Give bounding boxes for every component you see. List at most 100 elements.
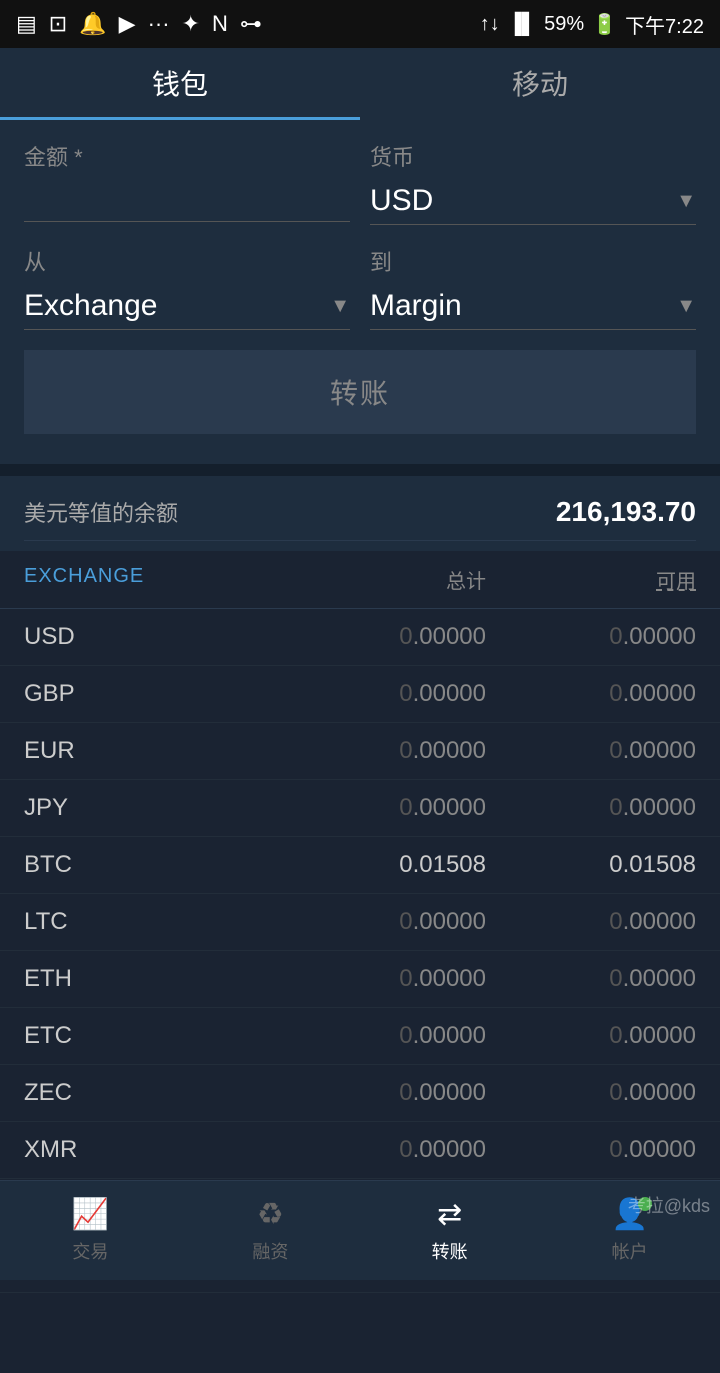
table-row: ZEC 0.00000 0.00000 [0,1065,720,1122]
amount-input[interactable] [24,178,350,222]
nfc-icon: N [212,11,228,37]
funding-label: 融资 [252,1238,288,1264]
cell-currency: ETH [24,965,276,993]
nav-trade[interactable]: 📈 交易 [72,1197,109,1264]
cell-available: 0.00000 [486,737,696,765]
transfer-form: 金额 * 货币 USD ▼ 从 Exchange ▼ 到 Margin ▼ [0,120,720,464]
table-row: BTC 0.01508 0.01508 [0,837,720,894]
currency-value: USD [370,184,433,218]
balance-value: 216,193.70 [556,496,696,528]
currency-select[interactable]: USD ▼ [370,178,696,225]
to-group: 到 Margin ▼ [370,245,696,330]
trade-label: 交易 [72,1238,108,1264]
table-row: JPY 0.00000 0.00000 [0,780,720,837]
amount-currency-row: 金额 * 货币 USD ▼ [24,140,696,225]
signal-icon: ▐▌ [508,13,536,36]
table-row: GBP 0.00000 0.00000 [0,666,720,723]
cell-total: 0.00000 [276,623,486,651]
currency-group: 货币 USD ▼ [370,140,696,225]
transfer-icon: ⇄ [437,1197,462,1232]
tab-wallet[interactable]: 钱包 [0,48,360,120]
cell-currency: BTC [24,851,276,879]
to-select[interactable]: Margin ▼ [370,283,696,330]
cell-currency: EUR [24,737,276,765]
cell-available: 0.01508 [486,851,696,879]
section-divider [0,464,720,476]
transfer-label: 转账 [432,1238,468,1264]
cell-total: 0.00000 [276,737,486,765]
amount-label: 金额 * [24,140,350,172]
col-currency-header: EXCHANGE [24,565,276,594]
table-row: USD 0.00000 0.00000 [0,609,720,666]
amount-group: 金额 * [24,140,350,225]
from-value: Exchange [24,289,157,323]
from-group: 从 Exchange ▼ [24,245,350,330]
to-value: Margin [370,289,462,323]
time-display: 下午7:22 [625,10,704,39]
from-dropdown-arrow: ▼ [330,295,350,318]
bell-icon: 🔔 [79,11,106,37]
cell-available: 0.00000 [486,794,696,822]
dots-icon: ··· [148,11,170,37]
table-row: ETC 0.00000 0.00000 [0,1008,720,1065]
battery-icon: 🔋 [592,12,617,37]
cell-available: 0.00000 [486,623,696,651]
balance-section: 美元等值的余额 216,193.70 [0,476,720,551]
lte-icon: ↑↓ [480,13,500,36]
cell-currency: LTC [24,908,276,936]
transfer-btn-wrap: 转账 [24,350,696,434]
key-icon: ⊶ [240,11,262,37]
cell-currency: XMR [24,1136,276,1164]
cell-total: 0.01508 [276,851,486,879]
table-header: EXCHANGE 总计 可用 [0,551,720,609]
funding-icon: ♻ [257,1197,284,1232]
balance-row: 美元等值的余额 216,193.70 [24,496,696,541]
trade-icon: 📈 [72,1197,109,1232]
cell-available: 0.00000 [486,1136,696,1164]
from-select[interactable]: Exchange ▼ [24,283,350,330]
cell-total: 0.00000 [276,1022,486,1050]
nav-transfer[interactable]: ⇄ 转账 [432,1197,468,1264]
cell-available: 0.00000 [486,680,696,708]
bluetooth-icon: ✦ [182,11,200,37]
transfer-button[interactable]: 转账 [24,350,696,434]
from-label: 从 [24,245,350,277]
notification-icon: ▤ [16,11,37,37]
cell-available: 0.00000 [486,1079,696,1107]
top-tab-bar: 钱包 移动 [0,48,720,120]
from-to-row: 从 Exchange ▼ 到 Margin ▼ [24,245,696,330]
cell-currency: GBP [24,680,276,708]
cell-total: 0.00000 [276,1136,486,1164]
cell-currency: ZEC [24,1079,276,1107]
cell-total: 0.00000 [276,908,486,936]
status-right: ↑↓ ▐▌ 59% 🔋 下午7:22 [480,10,704,39]
cell-available: 0.00000 [486,1022,696,1050]
tab-move[interactable]: 移动 [360,48,720,120]
cell-currency: ETC [24,1022,276,1050]
balance-label: 美元等值的余额 [24,496,178,528]
cell-total: 0.00000 [276,794,486,822]
cell-total: 0.00000 [276,965,486,993]
to-dropdown-arrow: ▼ [676,295,696,318]
cell-total: 0.00000 [276,680,486,708]
watermark: 考拉@kds [628,1192,710,1218]
cell-total: 0.00000 [276,1079,486,1107]
nav-funding[interactable]: ♻ 融资 [252,1197,288,1264]
send-icon: ▶ [119,11,136,37]
table-row: LTC 0.00000 0.00000 [0,894,720,951]
col-available-header: 可用 [486,565,696,594]
status-bar: ▤ ⊡ 🔔 ▶ ··· ✦ N ⊶ ↑↓ ▐▌ 59% 🔋 下午7:22 [0,0,720,48]
cell-available: 0.00000 [486,908,696,936]
table-row: XMR 0.00000 0.00000 [0,1122,720,1179]
cell-currency: USD [24,623,276,651]
battery-text: 59% [544,13,584,36]
cell-available: 0.00000 [486,965,696,993]
cell-currency: JPY [24,794,276,822]
col-total-header: 总计 [276,565,486,594]
app-icon: ⊡ [49,11,67,37]
bottom-nav: 📈 交易 ♻ 融资 ⇄ 转账 👤 帐户 [0,1180,720,1280]
table-row: EUR 0.00000 0.00000 [0,723,720,780]
to-label: 到 [370,245,696,277]
status-left: ▤ ⊡ 🔔 ▶ ··· ✦ N ⊶ [16,11,262,37]
account-label: 帐户 [612,1238,648,1264]
